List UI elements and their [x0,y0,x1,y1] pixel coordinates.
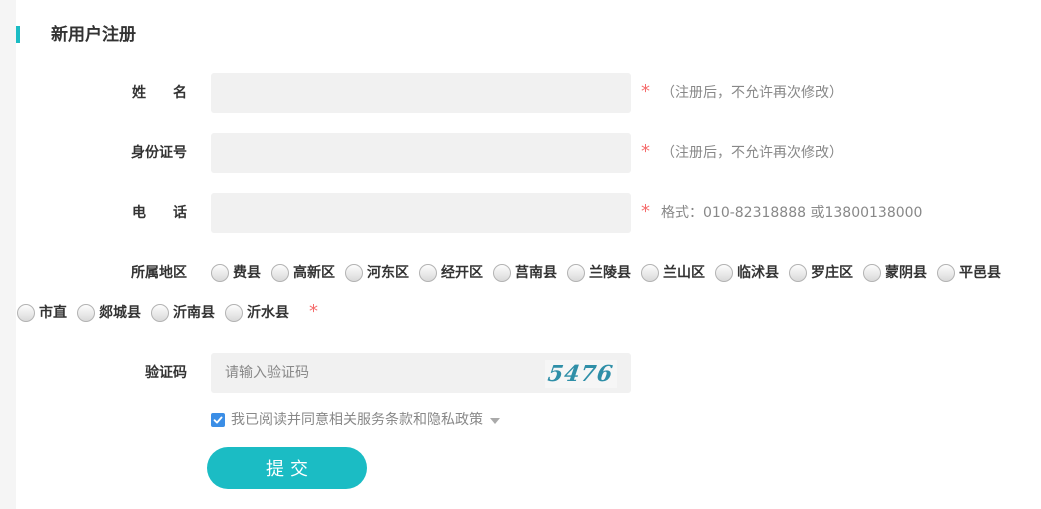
radio-circle[interactable] [863,264,881,282]
captcha-code: 5476 [546,361,616,387]
region-option-tanchengxian[interactable]: 郯城县 [77,303,141,323]
region-option-label: 郯城县 [99,305,141,321]
region-option-yinanxian[interactable]: 沂南县 [151,303,215,323]
region-option-label: 蒙阴县 [885,265,927,281]
radio-circle[interactable] [345,264,363,282]
section-title: 新用户注册 [51,25,136,45]
radio-circle[interactable] [271,264,289,282]
region-option-feixian[interactable]: 费县 [211,263,261,283]
caret-down-icon[interactable] [490,418,500,424]
region-option-label: 临沭县 [737,265,779,281]
region-option-shizhi[interactable]: 市直 [17,303,67,323]
region-option-luozhuangqu[interactable]: 罗庄区 [789,263,853,283]
name-label: 姓名 [132,85,214,101]
submit-button[interactable]: 提交 [207,447,367,489]
left-gutter [0,0,16,509]
region-option-label: 费县 [233,265,261,281]
radio-circle[interactable] [937,264,955,282]
region-option-pingyixian[interactable]: 平邑县 [937,263,1001,283]
region-option-lanlingxian[interactable]: 兰陵县 [567,263,631,283]
region-option-label: 罗庄区 [811,265,853,281]
region-option-label: 莒南县 [515,265,557,281]
radio-circle[interactable] [225,304,243,322]
id-number-hint: （注册后，不允许再次修改） [661,145,843,161]
region-option-linshuxian[interactable]: 临沭县 [715,263,779,283]
region-option-yishuixian[interactable]: 沂水县 [225,303,289,323]
checkmark-icon [213,416,223,424]
name-required-mark: * [641,81,650,102]
region-option-lanshanqu[interactable]: 兰山区 [641,263,705,283]
radio-circle[interactable] [17,304,35,322]
name-hint: （注册后，不允许再次修改） [661,85,843,101]
region-option-label: 兰陵县 [589,265,631,281]
id-number-label: 身份证号 [131,145,187,161]
region-option-jingkaiqu[interactable]: 经开区 [419,263,483,283]
registration-page: 新用户注册 姓名 * （注册后，不允许再次修改） 身份证号 * （注册后，不允许… [0,0,1041,509]
region-option-junanxian[interactable]: 莒南县 [493,263,557,283]
section-accent-bar [16,26,20,43]
radio-circle[interactable] [151,304,169,322]
region-option-label: 沂水县 [247,305,289,321]
phone-label: 电话 [132,205,214,221]
region-option-label: 市直 [39,305,67,321]
radio-circle[interactable] [789,264,807,282]
region-option-gaoxinqu[interactable]: 高新区 [271,263,335,283]
radio-circle[interactable] [715,264,733,282]
phone-required-mark: * [641,201,650,222]
captcha-label: 验证码 [145,365,187,381]
radio-circle[interactable] [567,264,585,282]
region-option-hedongqu[interactable]: 河东区 [345,263,409,283]
region-option-label: 河东区 [367,265,409,281]
id-number-input[interactable] [211,133,631,173]
region-option-label: 高新区 [293,265,335,281]
agreement-row: 我已阅读并同意相关服务条款和隐私政策 [211,410,500,430]
radio-circle[interactable] [493,264,511,282]
name-input[interactable] [211,73,631,113]
captcha-image[interactable]: 5476 [545,360,617,388]
radio-circle[interactable] [641,264,659,282]
id-number-required-mark: * [641,141,650,162]
phone-hint: 格式：010-82318888 或13800138000 [661,205,923,221]
radio-circle[interactable] [211,264,229,282]
agreement-checkbox[interactable] [211,413,225,427]
radio-circle[interactable] [419,264,437,282]
region-label: 所属地区 [131,265,187,281]
region-option-label: 经开区 [441,265,483,281]
region-option-mengyinxian[interactable]: 蒙阴县 [863,263,927,283]
radio-circle[interactable] [77,304,95,322]
region-required-mark: * [309,301,318,322]
region-option-label: 兰山区 [663,265,705,281]
agreement-text[interactable]: 我已阅读并同意相关服务条款和隐私政策 [231,410,483,430]
region-option-label: 沂南县 [173,305,215,321]
region-option-label: 平邑县 [959,265,1001,281]
phone-input[interactable] [211,193,631,233]
